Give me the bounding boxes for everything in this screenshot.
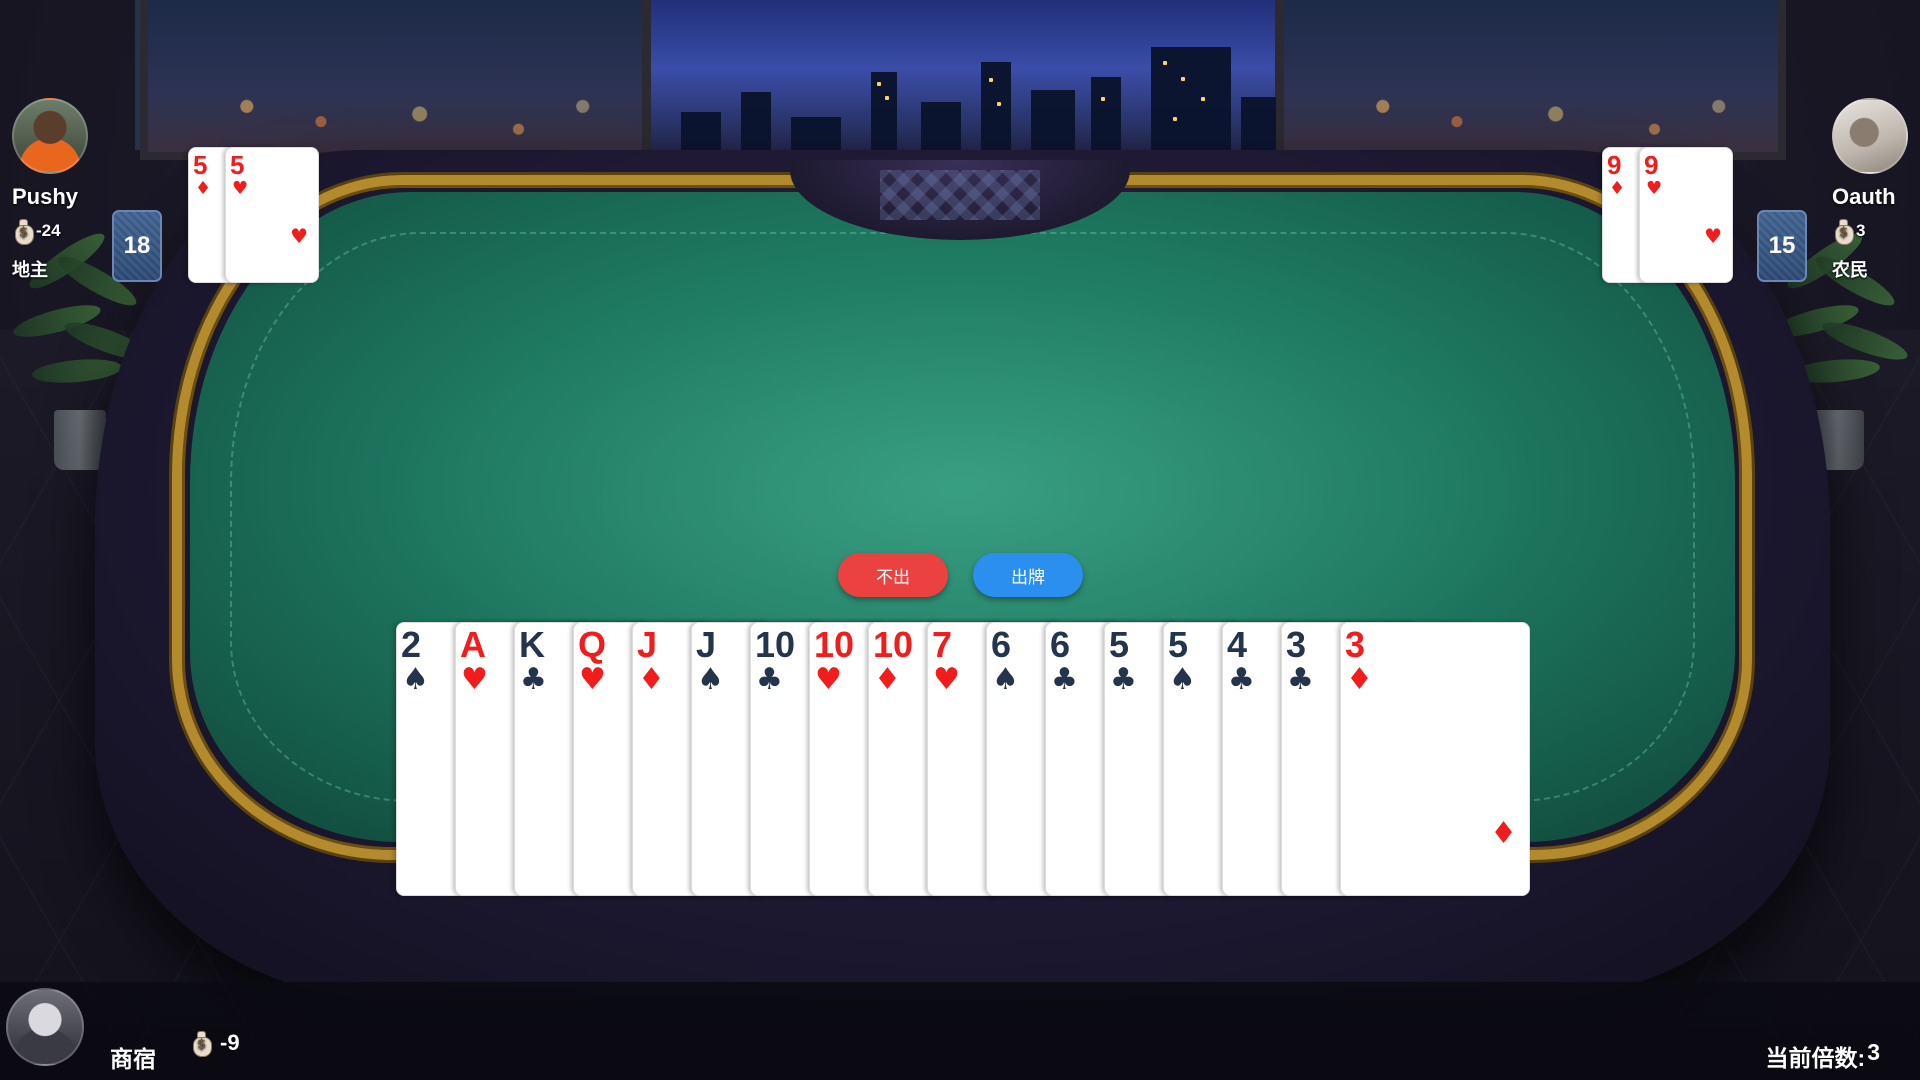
self-player-money-value: -9 (220, 1030, 240, 1055)
card-rank: 5 (1109, 624, 1130, 665)
money-bag-icon (12, 218, 34, 245)
card-rank: 10 (814, 624, 855, 665)
card-rank: 5 (230, 150, 245, 180)
card-suit-icon: ♥ (579, 662, 606, 697)
card-suit-icon: ♠ (1169, 662, 1196, 697)
card-rank: J (696, 624, 717, 665)
card-back-icon: 15 (1768, 232, 1796, 259)
left-player-card-count: 18 (112, 210, 162, 282)
card-rank: 9 (1607, 150, 1622, 180)
card-suit-icon: ♦ (1346, 662, 1373, 697)
card-suit-icon: ♣ (1287, 662, 1314, 697)
card-rank: 3 (1345, 624, 1366, 665)
avatar-left-player (12, 98, 88, 174)
card-suit-icon: ♣ (1110, 662, 1137, 697)
card-suit-icon: ♠ (402, 662, 429, 697)
multiplier-value: 3 (1867, 1039, 1880, 1065)
played-right-card: 9 ♥ ♥ (1639, 147, 1733, 283)
play-cards-button[interactable]: 出牌 (973, 553, 1083, 597)
card-rank: 6 (1050, 624, 1071, 665)
left-player-money: -24 (12, 218, 61, 245)
card-suit-icon: ♥ (933, 662, 960, 697)
card-rank: A (460, 624, 486, 665)
card-suit-icon: ♦ (195, 178, 212, 199)
bottom-status-bar (0, 982, 1920, 1080)
multiplier-label: 当前倍数: (1765, 1045, 1866, 1071)
card-suit-icon: ♦ (638, 662, 665, 697)
card-rank: K (519, 624, 545, 665)
card-rank: 5 (1168, 624, 1189, 665)
card-rank: 5 (193, 150, 208, 180)
card-rank: J (637, 624, 658, 665)
card-suit-icon: ♦ (1609, 178, 1626, 199)
right-player-card-count: 15 (1757, 210, 1807, 282)
card-suit-icon: ♥ (461, 662, 488, 697)
card-rank: 2 (401, 624, 422, 665)
right-player-money-value: 3 (1856, 221, 1866, 240)
card-rank: 9 (1644, 150, 1659, 180)
avatar-right-player (1832, 98, 1908, 174)
card-rank: 4 (1227, 624, 1248, 665)
table-ornament (880, 170, 1040, 220)
card-rank: 6 (991, 624, 1012, 665)
card-suit-icon: ♣ (1051, 662, 1078, 697)
card-rank: Q (578, 624, 607, 665)
self-player-money: -9 (190, 1030, 240, 1057)
card-suit-icon: ♠ (992, 662, 1019, 697)
right-player-money: 3 (1832, 218, 1866, 245)
card-back-icon: 18 (123, 232, 151, 259)
right-player-role: 农民 (1832, 260, 1868, 280)
card-suit-icon: ♥ (815, 662, 842, 697)
card-suit-corner-icon: ♥ (290, 224, 308, 248)
money-bag-icon (190, 1030, 212, 1057)
card-rank: 3 (1286, 624, 1307, 665)
self-player-name: 商宿 (110, 1046, 156, 1072)
card-suit-corner-icon: ♦ (1490, 816, 1517, 851)
pass-button[interactable]: 不出 (838, 553, 948, 597)
right-player-name: Oauth (1832, 184, 1896, 209)
card-suit-icon: ♣ (520, 662, 547, 697)
card-suit-icon: ♣ (756, 662, 783, 697)
card-rank: 7 (932, 624, 953, 665)
left-player-name: Pushy (12, 184, 79, 209)
multiplier-display: 当前倍数: 3 (1766, 1039, 1880, 1073)
card-rank: 10 (873, 624, 914, 665)
card-rank: 10 (755, 624, 796, 665)
card-suit-icon: ♠ (697, 662, 724, 697)
card-suit-icon: ♣ (1228, 662, 1255, 697)
window-left (140, 0, 650, 160)
card-suit-icon: ♥ (1646, 178, 1663, 199)
played-left-card: 5 ♥ ♥ (225, 147, 319, 283)
left-player-role: 地主 (12, 260, 48, 280)
avatar-self (6, 988, 84, 1066)
card-suit-icon: ♥ (232, 178, 249, 199)
hand-card[interactable]: 3 ♦ ♦ (1340, 622, 1530, 896)
window-center (643, 0, 1283, 160)
card-suit-corner-icon: ♥ (1704, 224, 1722, 248)
card-suit-icon: ♦ (874, 662, 901, 697)
city-skyline (651, 42, 1281, 152)
window-right (1276, 0, 1786, 160)
money-bag-icon (1832, 218, 1854, 245)
left-player-money-value: -24 (36, 221, 61, 240)
